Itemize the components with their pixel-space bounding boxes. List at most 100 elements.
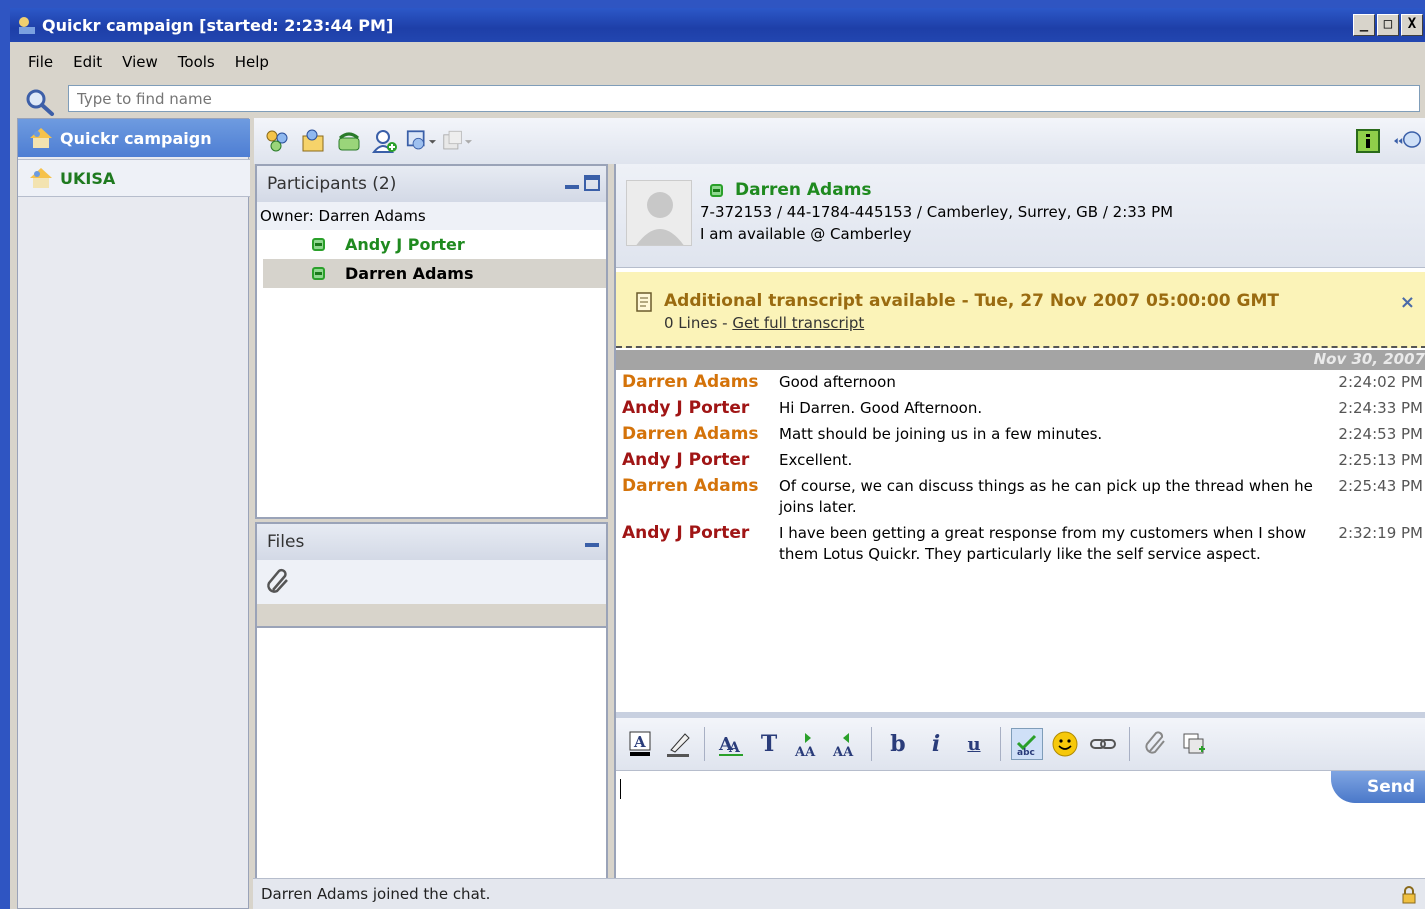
- search-input[interactable]: [68, 85, 1420, 112]
- message-row: Andy J Porter I have been getting a grea…: [616, 523, 1425, 565]
- font-color-icon[interactable]: A: [624, 728, 656, 760]
- paperclip-icon[interactable]: [265, 568, 293, 596]
- send-button[interactable]: Send: [1331, 771, 1425, 803]
- transcript-title: Additional transcript available - Tue, 2…: [664, 291, 1279, 311]
- underline-button[interactable]: u: [958, 728, 990, 760]
- message-text: Matt should be joining us in a few minut…: [779, 425, 1103, 443]
- message-sender: Darren Adams: [622, 424, 759, 444]
- search-bar: [10, 82, 1425, 120]
- transcript-icon: [636, 292, 652, 312]
- screen-capture-icon[interactable]: [1178, 728, 1210, 760]
- available-status-icon: [710, 183, 723, 197]
- chat-window: Quickr campaign [started: 2:23:44 PM] _ …: [10, 8, 1425, 909]
- message-list: Darren Adams Good afternoon 2:24:02 PM A…: [616, 372, 1425, 570]
- chat-panel: Darren Adams 7-372153 / 44-1784-445153 /…: [614, 164, 1425, 886]
- toolbar-separator: [1000, 727, 1001, 761]
- available-status-icon: [312, 267, 325, 280]
- share-screen-icon[interactable]: [406, 126, 436, 156]
- emoticon-icon[interactable]: [1049, 728, 1081, 760]
- transcript-banner: Additional transcript available - Tue, 2…: [616, 272, 1425, 348]
- files-toolbar: [257, 560, 606, 604]
- message-text: Hi Darren. Good Afternoon.: [779, 399, 983, 417]
- highlight-icon[interactable]: [662, 728, 694, 760]
- menu-bar: File Edit View Tools Help: [10, 42, 1425, 82]
- bold-button[interactable]: b: [882, 728, 914, 760]
- decrease-font-icon[interactable]: AA: [829, 728, 861, 760]
- profile-contact-info: 7-372153 / 44-1784-445153 / Camberley, S…: [700, 203, 1174, 221]
- title-bar: Quickr campaign [started: 2:23:44 PM] _ …: [10, 8, 1425, 42]
- owner-label: Owner: Darren Adams: [257, 202, 606, 230]
- toolbar-separator: [1129, 727, 1130, 761]
- contact-card-icon[interactable]: [298, 126, 328, 156]
- maximize-panel-icon[interactable]: [584, 175, 600, 191]
- font-size-button[interactable]: T: [753, 728, 785, 760]
- lock-icon: [1402, 886, 1416, 904]
- font-face-icon[interactable]: AA: [715, 728, 747, 760]
- profile-name-text: Darren Adams: [735, 180, 872, 200]
- sidebar-item-ukisa[interactable]: UKISA: [18, 159, 250, 197]
- date-label: Nov 30, 2007: [1313, 350, 1425, 368]
- sidebar: Quickr campaign UKISA: [17, 118, 250, 909]
- link-icon[interactable]: [1087, 728, 1119, 760]
- minimize-panel-icon[interactable]: [584, 533, 600, 549]
- profile-header: Darren Adams 7-372153 / 44-1784-445153 /…: [616, 164, 1425, 268]
- svg-text:A: A: [633, 733, 646, 751]
- close-button[interactable]: X: [1401, 14, 1423, 36]
- main-toolbar: [254, 118, 1425, 164]
- message-sender: Andy J Porter: [622, 398, 750, 418]
- people-icon[interactable]: [262, 126, 292, 156]
- message-row: Andy J Porter Excellent. 2:25:13 PM: [616, 450, 1425, 471]
- participant-darren-adams[interactable]: Darren Adams: [263, 259, 606, 288]
- phone-icon[interactable]: [334, 126, 364, 156]
- message-text: I have been getting a great response fro…: [779, 524, 1307, 563]
- search-icon: [26, 89, 54, 116]
- get-full-transcript-link[interactable]: Get full transcript: [732, 314, 864, 332]
- message-sender: Andy J Porter: [622, 523, 750, 543]
- files-header: Files: [257, 524, 606, 560]
- info-icon[interactable]: [1353, 126, 1383, 156]
- text-cursor: [620, 779, 621, 799]
- participants-panel: Participants (2) Owner: Darren Adams And…: [255, 164, 608, 519]
- date-separator: Nov 30, 2007: [616, 350, 1425, 370]
- format-toolbar: A AA T AA AA b i u abc: [616, 718, 1425, 770]
- chat-bubble-icon[interactable]: [1391, 126, 1421, 156]
- message-time: 2:24:33 PM: [1338, 399, 1423, 417]
- message-row: Darren Adams Matt should be joining us i…: [616, 424, 1425, 445]
- participant-andy-j-porter[interactable]: Andy J Porter: [257, 230, 606, 259]
- minimize-panel-icon[interactable]: [564, 175, 580, 191]
- menu-file[interactable]: File: [18, 53, 63, 71]
- house-icon: [30, 128, 52, 148]
- add-person-icon[interactable]: [370, 126, 400, 156]
- message-compose-area[interactable]: Send: [616, 770, 1425, 886]
- participant-name: Andy J Porter: [345, 235, 465, 254]
- menu-help[interactable]: Help: [225, 53, 279, 71]
- spellcheck-icon[interactable]: abc: [1011, 728, 1043, 760]
- maximize-button[interactable]: □: [1377, 14, 1399, 36]
- sidebar-item-label: Quickr campaign: [60, 128, 212, 148]
- minimize-button[interactable]: _: [1353, 14, 1375, 36]
- menu-view[interactable]: View: [112, 53, 168, 71]
- message-row: Darren Adams Good afternoon 2:24:02 PM: [616, 372, 1425, 393]
- italic-button[interactable]: i: [920, 728, 952, 760]
- menu-tools[interactable]: Tools: [168, 53, 225, 71]
- participants-header: Participants (2): [257, 166, 606, 202]
- svg-text:AA: AA: [832, 745, 854, 758]
- message-time: 2:25:43 PM: [1338, 477, 1423, 495]
- transfer-icon: [442, 126, 472, 156]
- transcript-subline: 0 Lines - Get full transcript: [664, 314, 864, 332]
- status-bar: Darren Adams joined the chat.: [253, 878, 1425, 909]
- house-icon: [30, 168, 52, 188]
- profile-name: Darren Adams: [710, 180, 872, 200]
- profile-status-message: I am available @ Camberley: [700, 225, 912, 243]
- increase-font-icon[interactable]: AA: [791, 728, 823, 760]
- toolbar-separator: [871, 727, 872, 761]
- close-transcript-icon[interactable]: ×: [1400, 292, 1415, 313]
- app-icon: [19, 17, 35, 34]
- files-panel: Files: [255, 522, 608, 886]
- status-text: Darren Adams joined the chat.: [261, 885, 491, 903]
- sidebar-item-quickr-campaign[interactable]: Quickr campaign: [18, 119, 250, 157]
- attach-icon[interactable]: [1140, 728, 1172, 760]
- menu-edit[interactable]: Edit: [63, 53, 112, 71]
- message-time: 2:32:19 PM: [1338, 524, 1423, 542]
- message-text: Of course, we can discuss things as he c…: [779, 477, 1313, 516]
